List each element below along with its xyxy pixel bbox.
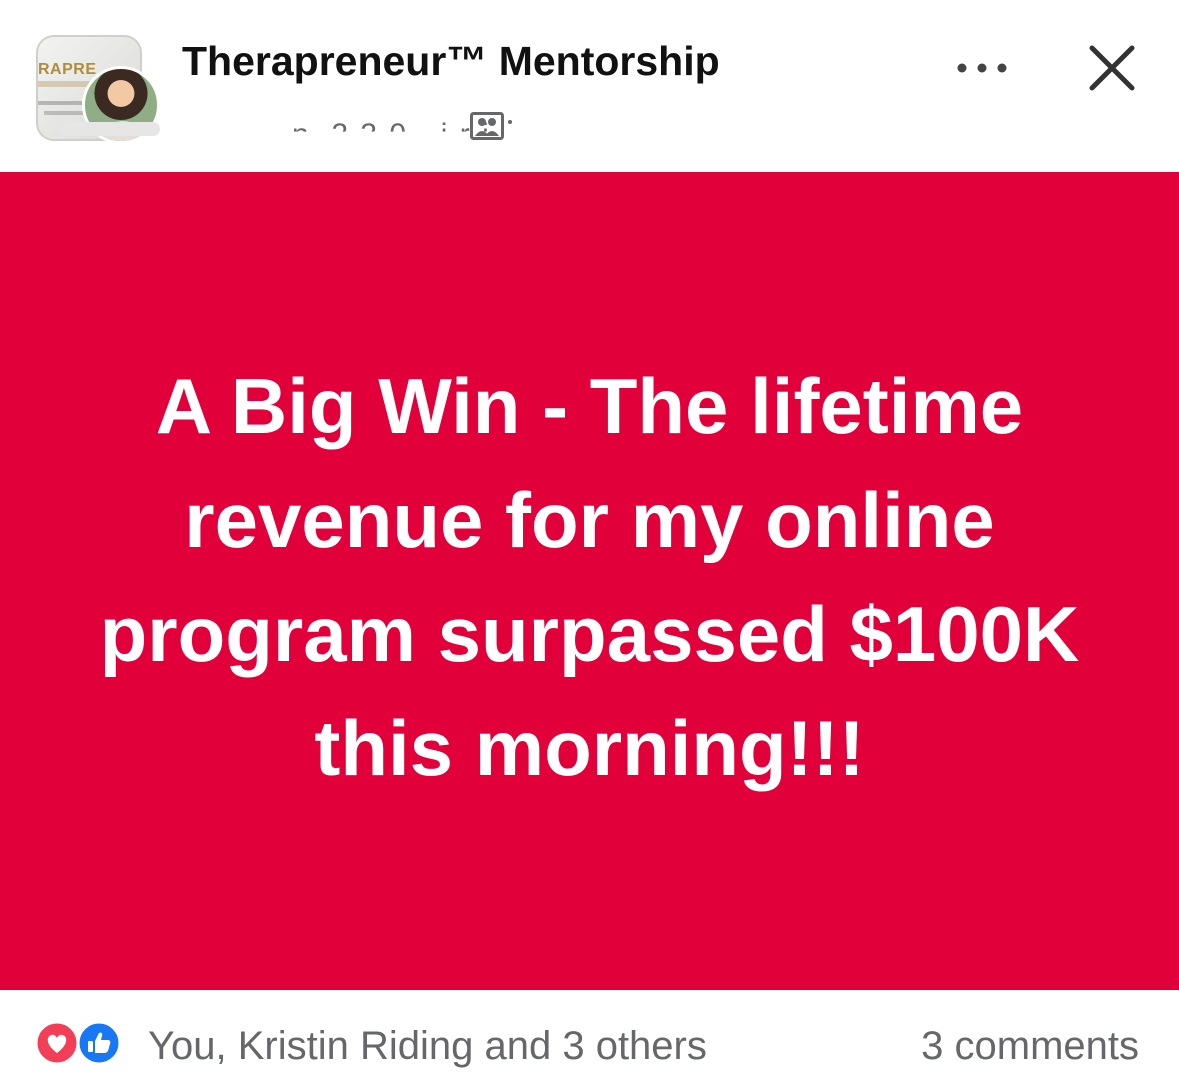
reactors-text[interactable]: You, Kristin Riding and 3 others bbox=[148, 1024, 707, 1069]
post-header: RAPRE Therapreneur™ Mentorship …n. 2 3 0… bbox=[0, 0, 1179, 172]
meta-separator bbox=[508, 120, 512, 124]
like-reaction-icon bbox=[76, 1020, 122, 1066]
post-footer: You, Kristin Riding and 3 others 3 comme… bbox=[0, 990, 1179, 1088]
group-name[interactable]: Therapreneur™ Mentorship bbox=[182, 38, 720, 85]
reaction-icons[interactable] bbox=[34, 1020, 134, 1066]
members-icon bbox=[470, 112, 504, 140]
group-logo-text: RAPRE bbox=[38, 61, 97, 78]
redacted-author-name bbox=[60, 122, 160, 136]
post-text: A Big Win - The lifetime revenue for my … bbox=[99, 362, 1080, 792]
more-icon[interactable] bbox=[950, 50, 1014, 86]
close-icon[interactable] bbox=[1084, 40, 1140, 96]
comments-count[interactable]: 3 comments bbox=[921, 1024, 1139, 1069]
post-text-card[interactable]: A Big Win - The lifetime revenue for my … bbox=[0, 172, 1179, 990]
post-meta: …n. 2 3 0 · i r i · bbox=[60, 108, 520, 142]
